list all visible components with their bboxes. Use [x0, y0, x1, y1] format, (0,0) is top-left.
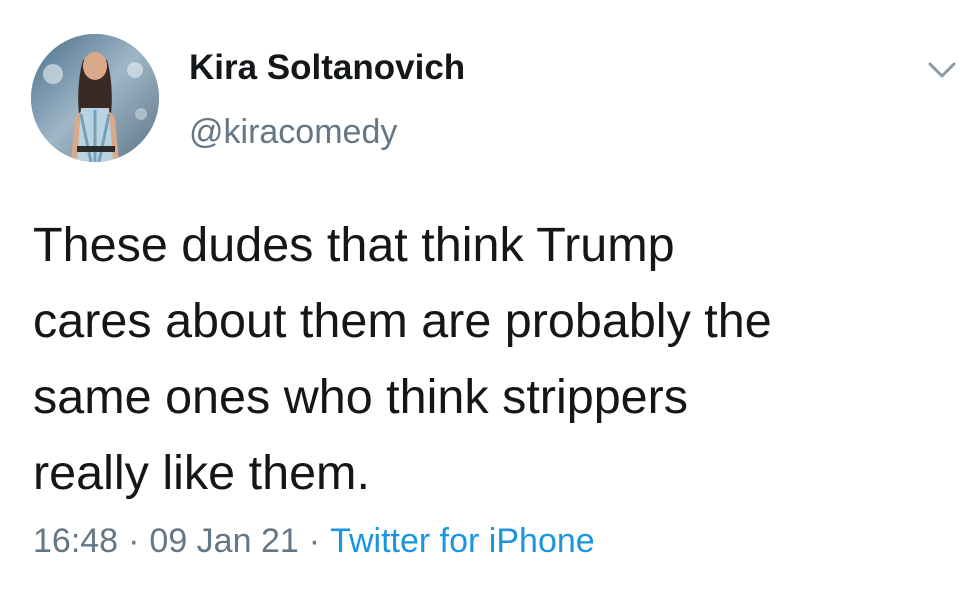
tweet-source-link[interactable]: Twitter for iPhone — [330, 522, 595, 560]
avatar-image — [31, 34, 159, 162]
meta-separator: · — [308, 522, 321, 560]
chevron-down-icon[interactable] — [926, 58, 958, 82]
tweet-text: These dudes that think Trump cares about… — [33, 218, 772, 500]
tweet-meta: 16:48 · 09 Jan 21 · Twitter for iPhone — [33, 522, 595, 561]
author-handle[interactable]: @kiracomedy — [189, 113, 397, 152]
avatar[interactable] — [31, 34, 159, 162]
tweet-date[interactable]: 09 Jan 21 — [149, 522, 298, 560]
meta-separator: · — [128, 522, 140, 560]
author-name[interactable]: Kira Soltanovich — [189, 48, 465, 88]
tweet-card: Kira Soltanovich @kiracomedy These dudes… — [0, 0, 960, 596]
tweet-time[interactable]: 16:48 — [33, 522, 118, 560]
